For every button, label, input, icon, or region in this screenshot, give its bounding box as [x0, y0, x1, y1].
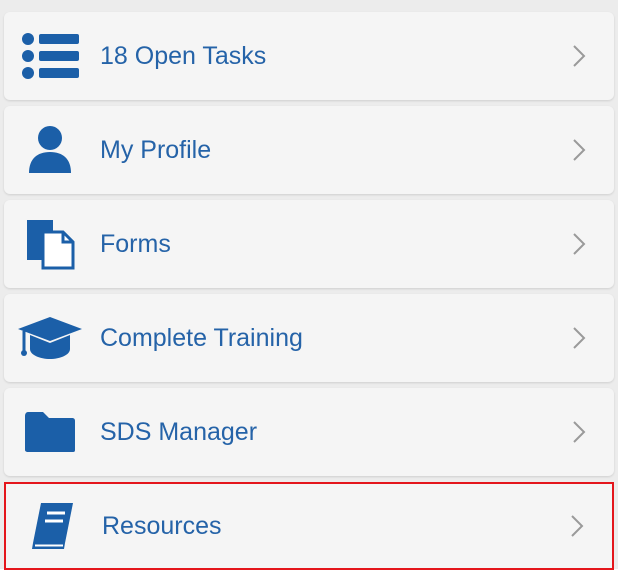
menu-item-label: Complete Training [100, 323, 303, 352]
list-icon [4, 12, 96, 100]
menu-item-resources[interactable]: Resources [4, 482, 614, 570]
menu-item-open-tasks[interactable]: 18 Open Tasks [4, 12, 614, 100]
chevron-right-icon [562, 511, 592, 541]
menu-item-label: 18 Open Tasks [100, 41, 267, 70]
user-icon [4, 106, 96, 194]
menu-item-complete-training[interactable]: Complete Training [4, 294, 614, 382]
menu-list: 18 Open Tasks My Profile Forms Complete … [0, 0, 618, 570]
folder-icon [4, 388, 96, 476]
menu-item-my-profile[interactable]: My Profile [4, 106, 614, 194]
chevron-right-icon [564, 323, 594, 353]
menu-item-label: Forms [100, 229, 171, 258]
chevron-right-icon [564, 41, 594, 71]
menu-item-label: Resources [102, 511, 222, 540]
chevron-right-icon [564, 417, 594, 447]
book-icon [6, 482, 98, 570]
menu-item-forms[interactable]: Forms [4, 200, 614, 288]
menu-item-label: My Profile [100, 135, 212, 164]
menu-item-sds-manager[interactable]: SDS Manager [4, 388, 614, 476]
graduation-cap-icon [4, 294, 96, 382]
menu-item-label: SDS Manager [100, 417, 258, 446]
chevron-right-icon [564, 135, 594, 165]
forms-icon [4, 200, 96, 288]
chevron-right-icon [564, 229, 594, 259]
